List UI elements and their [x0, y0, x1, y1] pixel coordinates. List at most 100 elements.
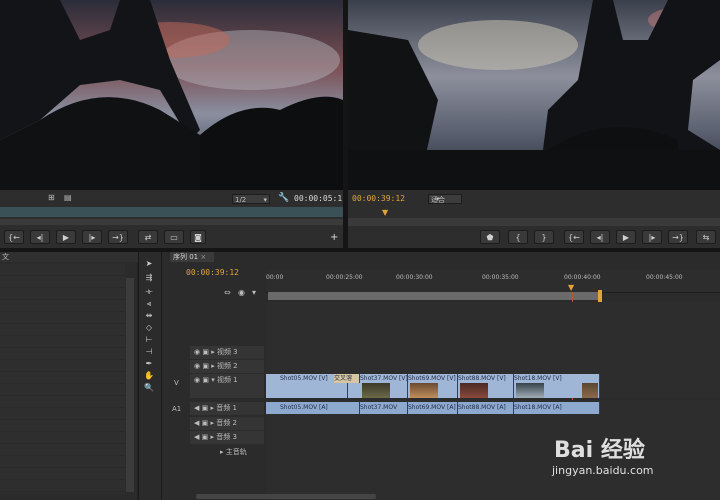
add-button-icon[interactable]: +	[330, 232, 338, 243]
project-tab-label: 文	[2, 253, 9, 261]
clip-label: Shot88.MOV [A]	[458, 404, 506, 411]
video-transition[interactable]: 交叉溶	[334, 374, 360, 383]
prog-step-forward-button[interactable]: |▸	[642, 230, 662, 244]
track-header-video-2[interactable]: ◉ ▣ ▸ 视频 2	[190, 360, 264, 373]
track-header-master[interactable]: ▸ 主音轨	[220, 446, 264, 458]
sequence-tab[interactable]: 序列 01 ×	[170, 252, 214, 262]
razor-tool-icon[interactable]: ◇	[142, 322, 156, 334]
prog-play-button[interactable]: ▶	[616, 230, 636, 244]
audio-clip[interactable]: Shot05.MOV [A]	[266, 402, 360, 414]
clip-thumbnail	[516, 383, 544, 398]
source-patch-v[interactable]: V	[174, 379, 179, 387]
audio-clip[interactable]: Shot69.MOV [A]	[408, 402, 458, 414]
wrench-icon[interactable]: 🔧	[278, 193, 289, 203]
camera-icon[interactable]: ◙	[190, 230, 206, 244]
track-header-video-1[interactable]: ◉ ▣ ▾ 视频 1	[190, 374, 264, 398]
selection-tool-icon[interactable]: ➤	[142, 258, 156, 270]
playhead-head-icon[interactable]: ▼	[568, 283, 574, 292]
expand-track-icon[interactable]: ▾	[211, 376, 215, 384]
clip-label: Shot69.MOV [V]	[408, 375, 456, 382]
timeline-scrollbar[interactable]	[196, 494, 376, 499]
slip-tool-icon[interactable]: ⊢	[142, 334, 156, 346]
ripple-edit-tool-icon[interactable]: ⟛	[142, 286, 156, 298]
track-header-audio-1[interactable]: ◀ ▣ ▸ 音频 1	[190, 402, 264, 415]
speaker-icon[interactable]: ◀	[194, 419, 199, 427]
watermark-url: jingyan.baidu.com	[552, 464, 654, 477]
mark-out-button[interactable]: →}	[108, 230, 128, 244]
source-timecode[interactable]: 00:00:05:11	[294, 194, 347, 203]
work-area-bar[interactable]	[268, 292, 602, 300]
audio-clip[interactable]: Shot88.MOV [A]	[458, 402, 514, 414]
snap-icon[interactable]: ⇔	[224, 288, 231, 297]
output-icon[interactable]: ▤	[64, 193, 72, 202]
tab-close-icon[interactable]: ×	[200, 253, 206, 261]
track-header-audio-2[interactable]: ◀ ▣ ▸ 音频 2	[190, 417, 264, 430]
program-scrub-bar[interactable]	[348, 218, 720, 226]
expand-track-icon[interactable]: ▸	[211, 362, 215, 370]
speaker-icon[interactable]: ◀	[194, 404, 199, 412]
lock-icon[interactable]: ▣	[202, 433, 209, 441]
lock-icon[interactable]: ▣	[202, 348, 209, 356]
prog-step-back-button[interactable]: ◂|	[590, 230, 610, 244]
speaker-icon[interactable]: ◀	[194, 433, 199, 441]
safe-margins-icon[interactable]: ⊞	[48, 193, 55, 202]
lock-icon[interactable]: ▣	[202, 419, 209, 427]
clip-thumbnail	[582, 383, 598, 398]
lift-button[interactable]: {	[508, 230, 528, 244]
sequence-timecode[interactable]: 00:00:39:12	[186, 268, 239, 277]
source-patch-a1[interactable]: A1	[172, 405, 181, 413]
video-clip[interactable]: Shot18.MOV [V]	[514, 374, 600, 398]
add-marker-icon[interactable]: ▾	[252, 288, 256, 297]
rolling-edit-tool-icon[interactable]: ⫷	[142, 298, 156, 310]
prog-mark-in-button[interactable]: {←	[564, 230, 584, 244]
video-clip[interactable]: Shot69.MOV [V]	[408, 374, 458, 398]
track-header-video-3[interactable]: ◉ ▣ ▸ 视频 3	[190, 346, 264, 359]
playhead-marker-icon[interactable]: ▼	[382, 208, 388, 217]
overwrite-button[interactable]: ▭	[164, 230, 184, 244]
watermark-logo: Bai 经验 jingyan.baidu.com	[552, 418, 712, 488]
expand-track-icon[interactable]: ▸	[220, 448, 224, 456]
work-area-end-handle[interactable]	[598, 290, 602, 302]
audio-clip[interactable]: Shot37.MOV	[360, 402, 408, 414]
pen-tool-icon[interactable]: ✒	[142, 358, 156, 370]
source-scrub-bar[interactable]	[0, 207, 343, 217]
eye-icon[interactable]: ◉	[194, 376, 200, 384]
marker-add-icon[interactable]: ◉	[238, 288, 245, 297]
lock-icon[interactable]: ▣	[202, 362, 209, 370]
project-tab[interactable]: 文	[0, 252, 139, 262]
hand-tool-icon[interactable]: ✋	[142, 370, 156, 382]
mark-in-button[interactable]: {←	[4, 230, 24, 244]
extract-button[interactable]: }	[534, 230, 554, 244]
prog-trim-button[interactable]: ⇆	[696, 230, 716, 244]
play-button[interactable]: ▶	[56, 230, 76, 244]
eye-icon[interactable]: ◉	[194, 362, 200, 370]
project-scrollbar[interactable]	[126, 278, 134, 492]
expand-track-icon[interactable]: ▸	[210, 433, 214, 441]
prog-mark-out-button[interactable]: →}	[668, 230, 688, 244]
expand-track-icon[interactable]: ▸	[210, 404, 214, 412]
track-header-audio-3[interactable]: ◀ ▣ ▸ 音频 3	[190, 431, 264, 444]
expand-track-icon[interactable]: ▸	[211, 348, 215, 356]
marker-button[interactable]: ⬟	[480, 230, 500, 244]
program-timecode[interactable]: 00:00:39:12	[352, 194, 405, 203]
slide-tool-icon[interactable]: ⊣	[142, 346, 156, 358]
video-clip[interactable]: Shot88.MOV [V]	[458, 374, 514, 398]
fit-dropdown-button[interactable]: ▾	[436, 194, 448, 204]
audio-clip[interactable]: Shot18.MOV [A]	[514, 402, 600, 414]
rate-stretch-tool-icon[interactable]: ⇹	[142, 310, 156, 322]
program-video-frame	[348, 0, 720, 190]
step-forward-button[interactable]: |▸	[82, 230, 102, 244]
eye-icon[interactable]: ◉	[194, 348, 200, 356]
step-back-button[interactable]: ◂|	[30, 230, 50, 244]
expand-track-icon[interactable]: ▸	[210, 419, 214, 427]
track-select-tool-icon[interactable]: ⇶	[142, 272, 156, 284]
lock-icon[interactable]: ▣	[202, 376, 209, 384]
source-zoom-bar[interactable]	[0, 219, 343, 225]
transition-label: 交叉溶	[334, 375, 353, 382]
lock-icon[interactable]: ▣	[202, 404, 209, 412]
zoom-tool-icon[interactable]: 🔍	[142, 382, 156, 394]
video-clip[interactable]: Shot37.MOV [V]	[360, 374, 408, 398]
insert-button[interactable]: ⇄	[138, 230, 158, 244]
source-zoom-select[interactable]: 1/2 ▾	[232, 194, 270, 204]
clip-label: Shot37.MOV [V]	[360, 375, 408, 382]
